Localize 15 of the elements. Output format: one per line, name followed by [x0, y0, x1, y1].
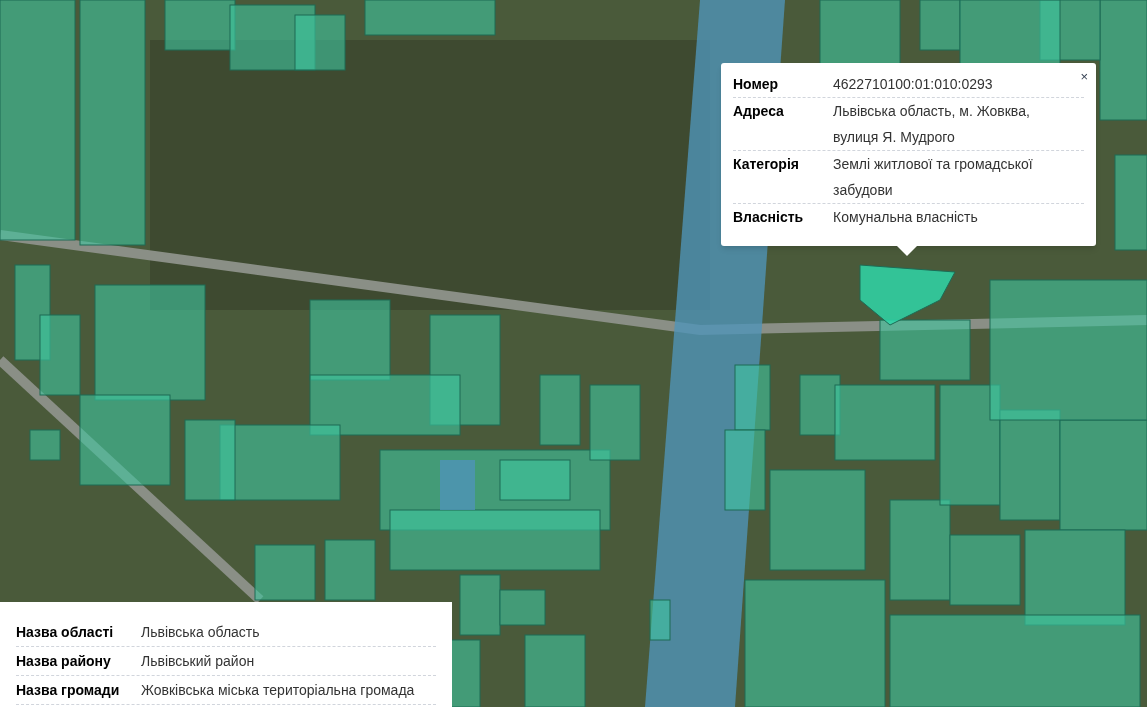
field-label: Назва району	[16, 652, 112, 671]
field-label: Адреса	[733, 102, 785, 121]
field-label: Назва області	[16, 623, 115, 642]
field-label: Номер	[733, 75, 780, 94]
field-value: Землі житлової та громадської забудови	[833, 155, 1034, 200]
field-value: Комунальна власність	[833, 208, 979, 227]
field-value: Жовківська міська територіальна громада	[141, 681, 415, 700]
field-value: Львівський район	[141, 652, 255, 671]
field-value: 4622710100:01:010:0293	[833, 75, 994, 94]
field-value: Львівська область	[141, 623, 260, 642]
field-label: Категорія	[733, 155, 800, 174]
field-label: Власність	[733, 208, 805, 227]
close-button[interactable]: ×	[1080, 67, 1088, 87]
field-label: Назва громади	[16, 681, 121, 700]
field-value: Львівська область, м. Жовква, вулиця Я. Мудрого	[833, 102, 1031, 147]
